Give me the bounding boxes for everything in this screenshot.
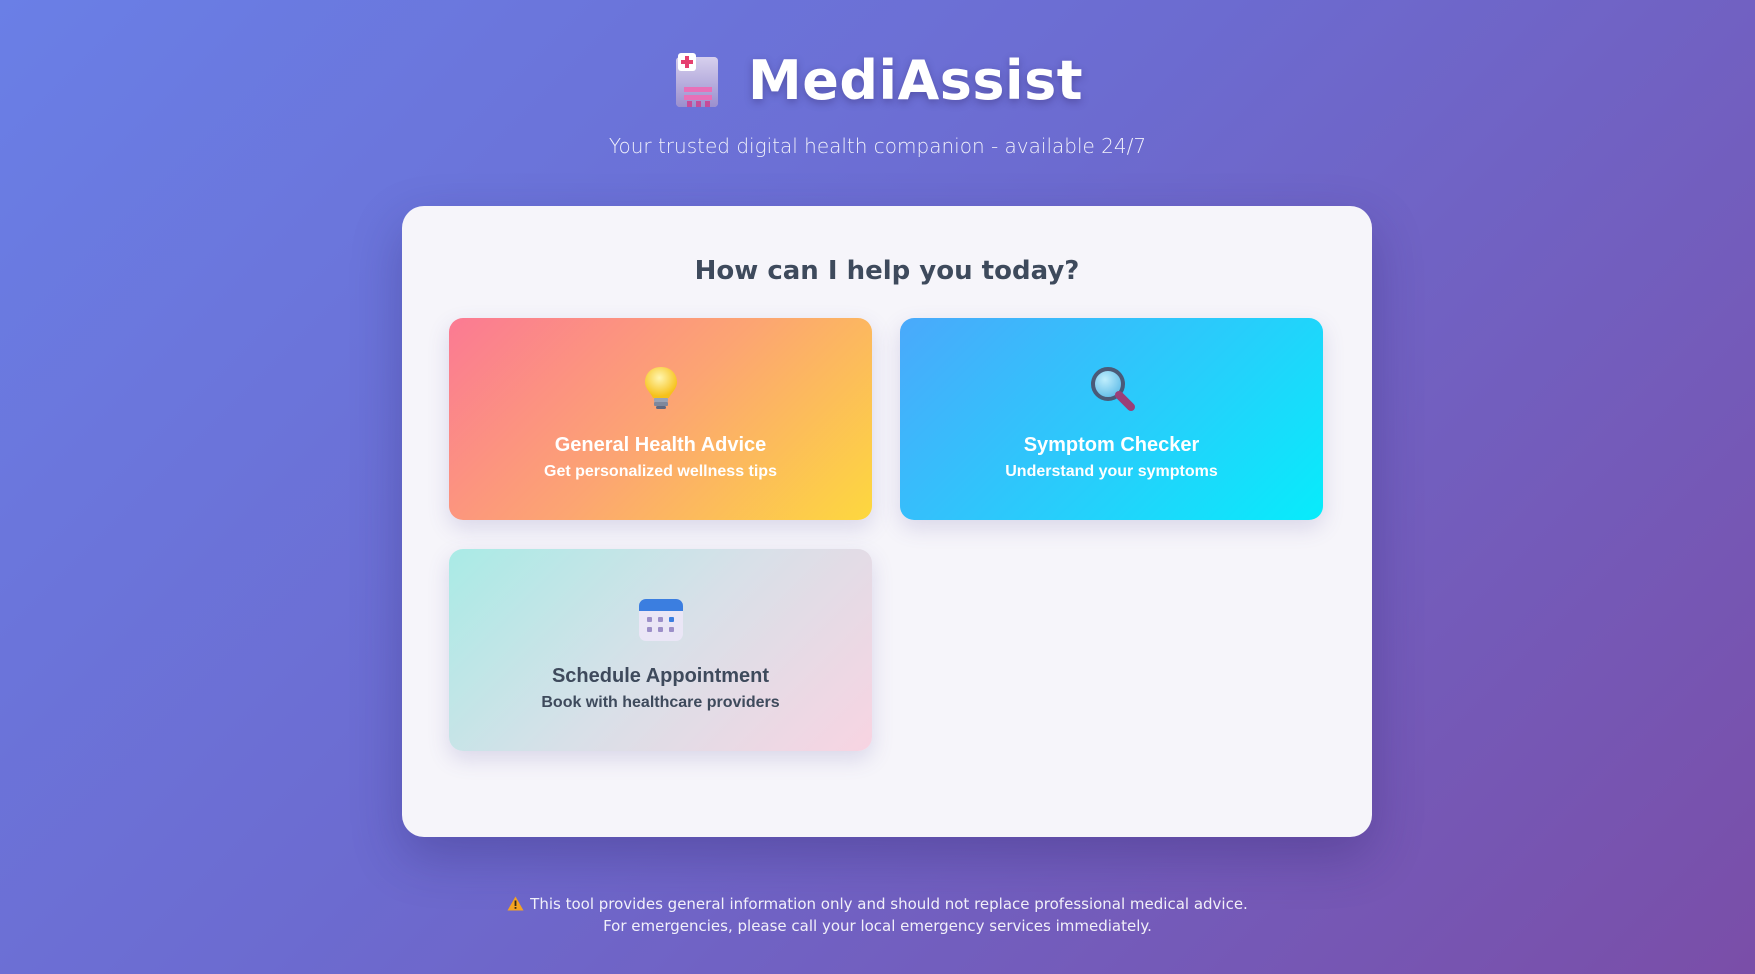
app-title: MediAssist: [747, 48, 1084, 112]
disclaimer-line-2: For emergencies, please call your local …: [603, 917, 1152, 935]
general-health-advice-button[interactable]: General Health Advice Get personalized w…: [449, 318, 872, 520]
lightbulb-icon: [637, 364, 685, 412]
header: MediAssist Your trusted digital health c…: [0, 40, 1755, 159]
disclaimer-line-1: This tool provides general information o…: [0, 893, 1755, 915]
option-subtitle: Book with healthcare providers: [541, 694, 780, 711]
option-subtitle: Understand your symptoms: [1005, 463, 1218, 480]
magnifying-glass-icon: [1088, 364, 1136, 412]
card-heading: How can I help you today?: [694, 256, 1080, 286]
title-row: MediAssist: [0, 40, 1755, 120]
hospital-icon: [672, 51, 722, 109]
symptom-checker-button[interactable]: Symptom Checker Understand your symptoms: [900, 318, 1323, 520]
option-title: General Health Advice: [554, 434, 767, 456]
option-subtitle: Get personalized wellness tips: [544, 463, 777, 480]
disclaimer: This tool provides general information o…: [0, 893, 1755, 937]
option-title: Schedule Appointment: [551, 665, 770, 687]
warning-icon: [507, 895, 524, 911]
calendar-icon: [637, 595, 685, 643]
main-card: How can I help you today? General Health…: [402, 206, 1372, 837]
option-title: Symptom Checker: [1023, 434, 1200, 456]
schedule-appointment-button[interactable]: Schedule Appointment Book with healthcar…: [449, 549, 872, 751]
disclaimer-text: This tool provides general information o…: [530, 895, 1248, 913]
tagline: Your trusted digital health companion - …: [608, 134, 1147, 158]
